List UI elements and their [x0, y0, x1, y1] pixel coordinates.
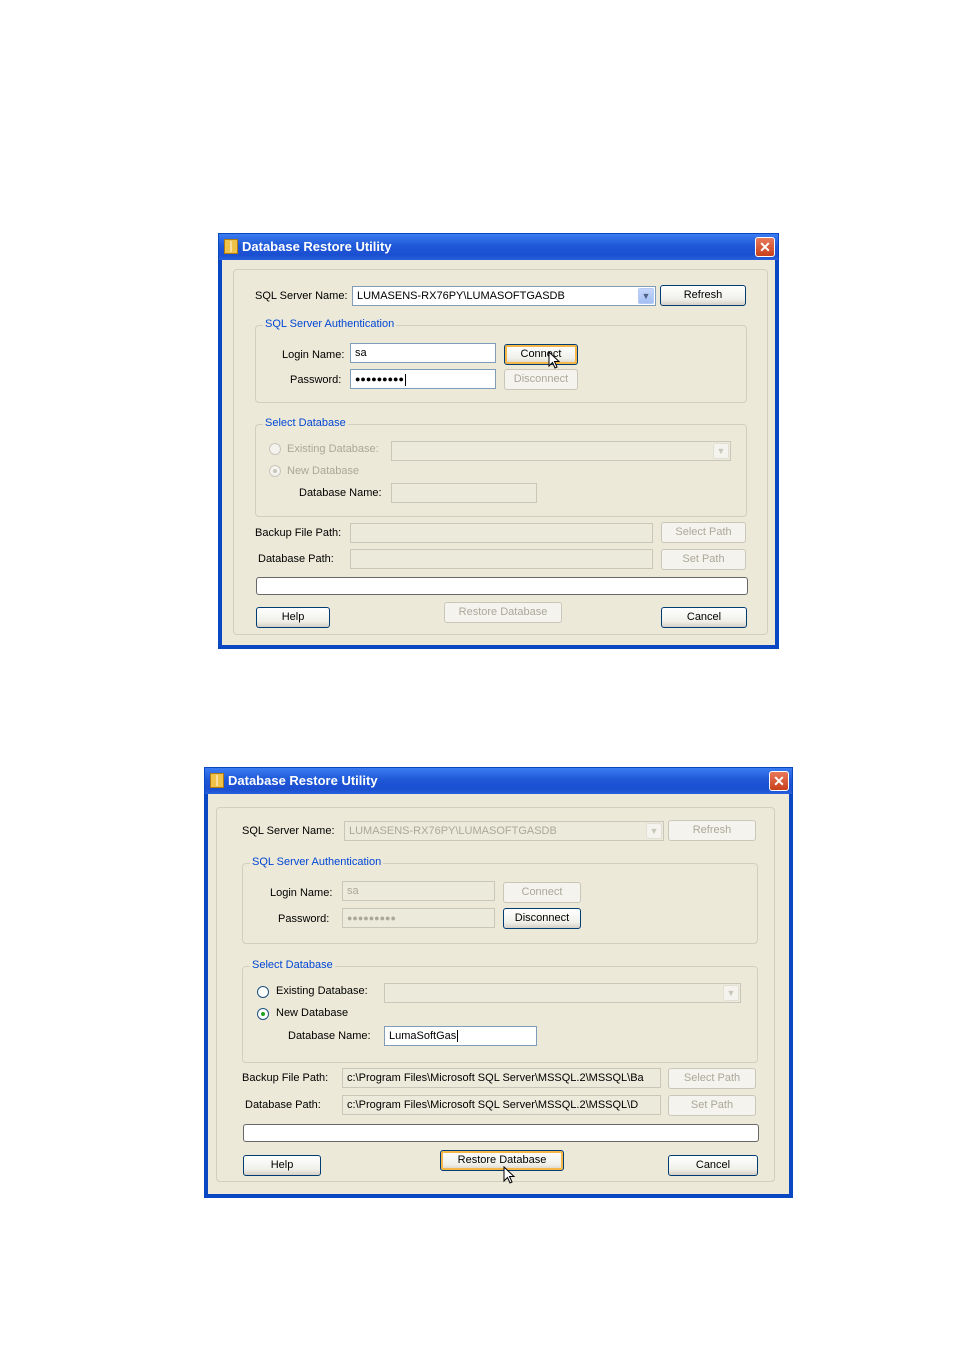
connect-button[interactable]: Connect [503, 882, 581, 903]
existing-database-combo[interactable]: ▼ [391, 441, 731, 461]
text-caret [404, 373, 406, 386]
server-name-label: SQL Server Name: [255, 290, 348, 302]
server-name-value: LUMASENS-RX76PY\LUMASOFTGASDB [349, 825, 557, 837]
login-name-field[interactable]: sa [350, 343, 496, 363]
chevron-down-icon[interactable]: ▼ [646, 823, 662, 839]
title-bar[interactable]: Database Restore Utility ✕ [219, 234, 778, 260]
new-database-radio[interactable] [269, 465, 281, 477]
existing-database-radio[interactable] [257, 986, 269, 998]
progress-bar [243, 1124, 759, 1142]
cancel-button[interactable]: Cancel [668, 1155, 758, 1176]
existing-database-combo[interactable]: ▼ [384, 983, 741, 1003]
new-database-label: New Database [276, 1007, 349, 1019]
database-path-field[interactable]: c:\Program Files\Microsoft SQL Server\MS… [342, 1095, 661, 1115]
login-name-value: sa [347, 885, 359, 897]
set-path-button[interactable]: Set Path [668, 1095, 756, 1116]
server-name-label: SQL Server Name: [242, 825, 335, 837]
database-path-field[interactable] [350, 549, 653, 569]
sql-auth-group-label: SQL Server Authentication [250, 856, 384, 868]
database-path-label: Database Path: [258, 553, 334, 565]
mouse-pointer-icon [548, 351, 561, 369]
close-icon[interactable]: ✕ [769, 771, 789, 791]
dialog-body: SQL Server Name: LUMASENS-RX76PY\LUMASOF… [222, 260, 775, 645]
dialog-window-2: Database Restore Utility ✕ SQL Server Na… [204, 767, 793, 1198]
database-name-field[interactable] [391, 483, 537, 503]
backup-file-path-field[interactable]: c:\Program Files\Microsoft SQL Server\MS… [342, 1068, 661, 1088]
app-icon [210, 773, 224, 788]
dialog-body: SQL Server Name: LUMASENS-RX76PY\LUMASOF… [208, 794, 789, 1194]
sql-auth-group: SQL Server Authentication [242, 856, 758, 944]
app-icon [224, 239, 238, 254]
select-database-group-label: Select Database [250, 959, 335, 971]
password-field[interactable]: ●●●●●●●●● [342, 908, 495, 928]
help-button[interactable]: Help [243, 1155, 321, 1176]
mouse-pointer-icon [503, 1166, 516, 1184]
password-value: ●●●●●●●●● [347, 913, 396, 923]
database-name-label: Database Name: [299, 487, 382, 499]
login-name-field[interactable]: sa [342, 881, 495, 901]
cancel-button[interactable]: Cancel [661, 607, 747, 628]
login-name-value: sa [355, 347, 367, 359]
backup-file-path-field[interactable] [350, 523, 653, 543]
new-database-radio[interactable] [257, 1008, 269, 1020]
password-field[interactable]: ●●●●●●●●● [350, 369, 496, 389]
existing-database-label: Existing Database: [287, 443, 379, 455]
disconnect-button[interactable]: Disconnect [504, 369, 578, 390]
server-name-combo[interactable]: LUMASENS-RX76PY\LUMASOFTGASDB ▼ [352, 286, 656, 306]
chevron-down-icon[interactable]: ▼ [638, 288, 654, 304]
database-name-label: Database Name: [288, 1030, 371, 1042]
backup-file-path-label: Backup File Path: [242, 1072, 329, 1084]
window-title: Database Restore Utility [228, 773, 378, 788]
dialog-window-1: Database Restore Utility ✕ SQL Server Na… [218, 233, 779, 649]
chevron-down-icon[interactable]: ▼ [713, 443, 729, 459]
password-value: ●●●●●●●●● [355, 374, 404, 384]
radio-selected-dot [273, 469, 277, 473]
refresh-button[interactable]: Refresh [660, 285, 746, 306]
refresh-button[interactable]: Refresh [668, 820, 756, 841]
login-name-label: Login Name: [270, 887, 333, 899]
window-title: Database Restore Utility [242, 239, 392, 254]
title-bar[interactable]: Database Restore Utility ✕ [205, 768, 792, 794]
login-name-label: Login Name: [282, 349, 345, 361]
existing-database-label: Existing Database: [276, 985, 368, 997]
radio-selected-dot [261, 1012, 265, 1016]
close-icon[interactable]: ✕ [755, 237, 775, 257]
restore-database-button[interactable]: Restore Database [444, 602, 562, 623]
connect-button[interactable]: Connect [504, 344, 578, 365]
select-path-button[interactable]: Select Path [661, 522, 746, 543]
database-name-value: LumaSoftGas [389, 1030, 457, 1042]
password-label: Password: [278, 913, 330, 925]
progress-bar [256, 577, 748, 595]
database-path-label: Database Path: [245, 1099, 321, 1111]
new-database-label: New Database [287, 465, 360, 477]
sql-auth-group: SQL Server Authentication [255, 318, 747, 403]
help-button[interactable]: Help [256, 607, 330, 628]
set-path-button[interactable]: Set Path [661, 549, 746, 570]
select-path-button[interactable]: Select Path [668, 1068, 756, 1089]
disconnect-button[interactable]: Disconnect [503, 908, 581, 929]
chevron-down-icon[interactable]: ▼ [723, 985, 739, 1001]
password-label: Password: [290, 374, 342, 386]
server-name-value: LUMASENS-RX76PY\LUMASOFTGASDB [357, 290, 565, 302]
database-name-field[interactable]: LumaSoftGas [384, 1026, 537, 1046]
sql-auth-group-label: SQL Server Authentication [263, 318, 397, 330]
existing-database-radio[interactable] [269, 443, 281, 455]
select-database-group-label: Select Database [263, 417, 348, 429]
text-caret [457, 1030, 459, 1043]
backup-file-path-label: Backup File Path: [255, 527, 342, 539]
server-name-combo[interactable]: LUMASENS-RX76PY\LUMASOFTGASDB ▼ [344, 821, 664, 841]
restore-database-button[interactable]: Restore Database [440, 1150, 564, 1171]
